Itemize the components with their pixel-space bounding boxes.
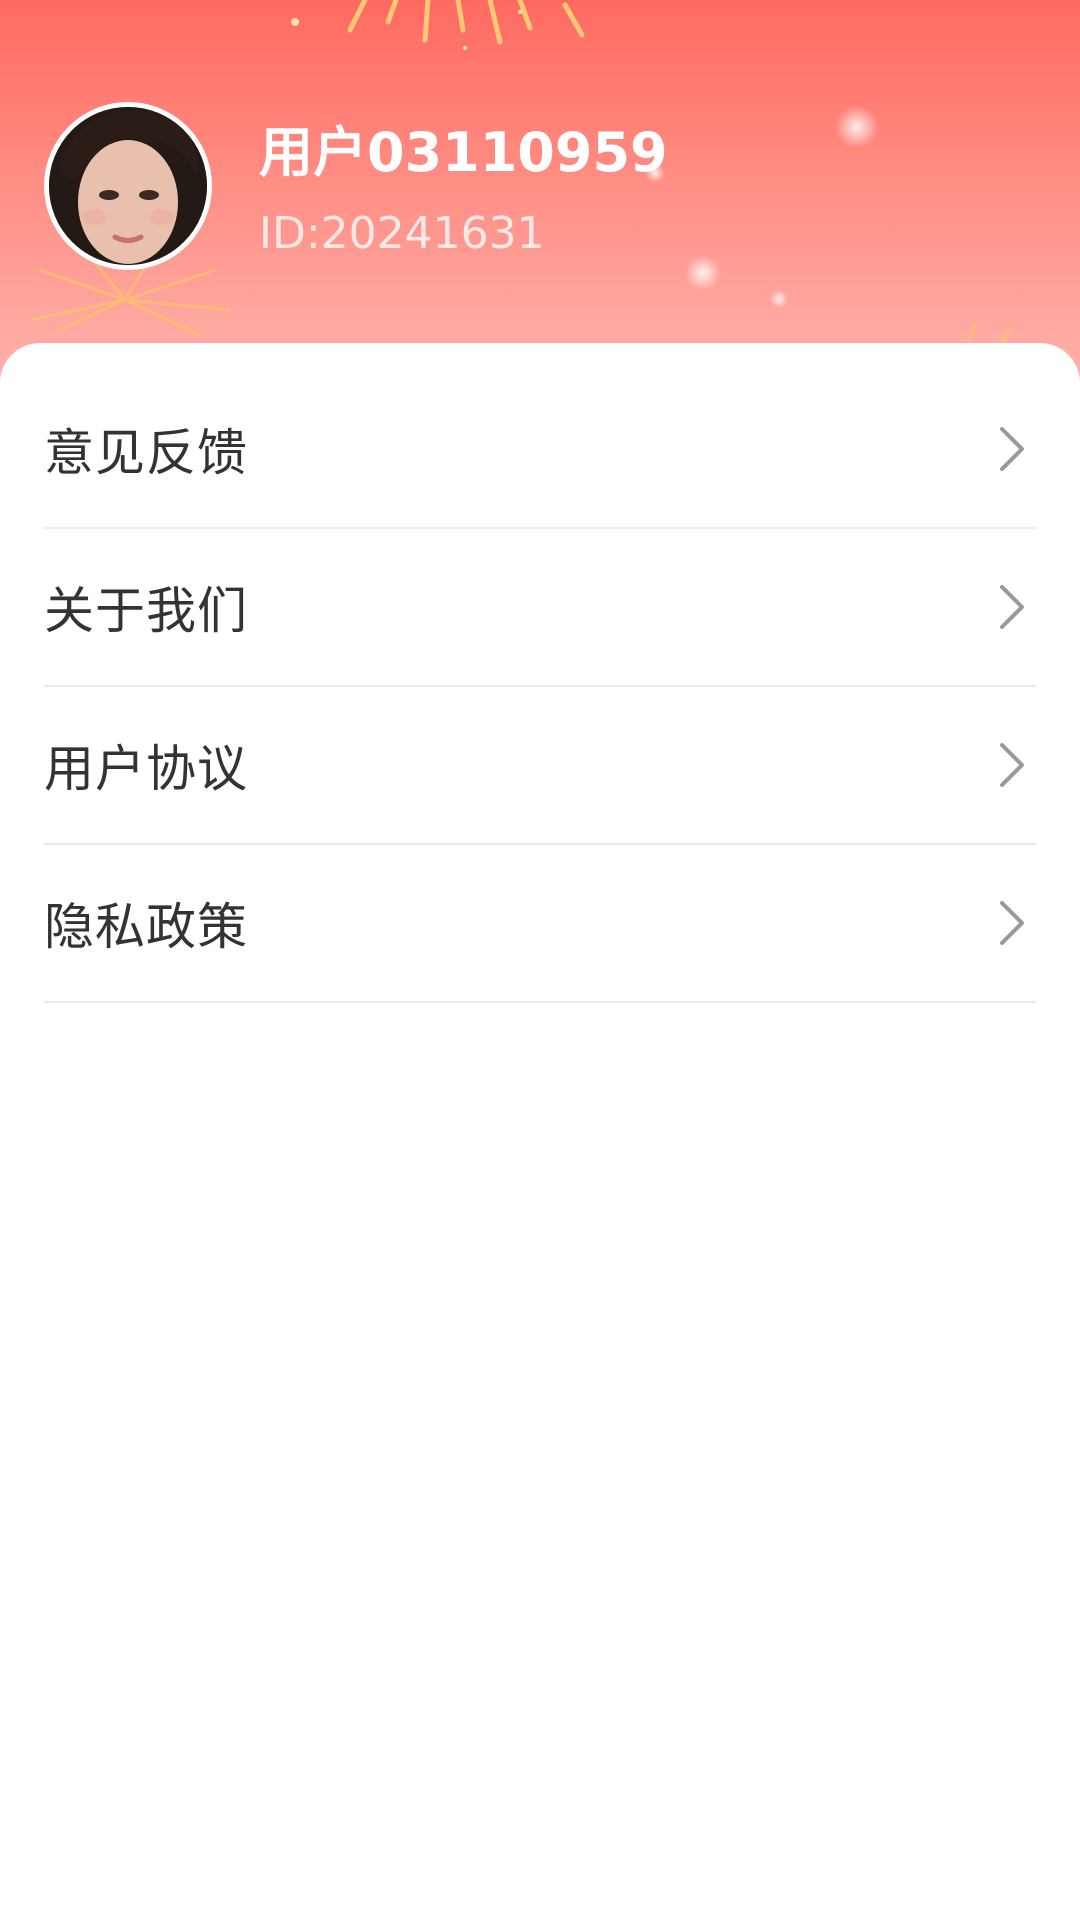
profile-screen: 用户03110959 ID:20241631 意见反馈 关于我们 用户协议 隐私… (0, 0, 1080, 1920)
menu-item-user-agreement[interactable]: 用户协议 (44, 687, 1036, 845)
sparkle-decoration (685, 255, 721, 291)
menu-item-label: 意见反馈 (44, 424, 248, 482)
menu-item-privacy-policy[interactable]: 隐私政策 (44, 845, 1036, 1003)
menu-card: 意见反馈 关于我们 用户协议 隐私政策 (0, 343, 1080, 1920)
chevron-right-icon (1000, 427, 1024, 471)
menu-list: 意见反馈 关于我们 用户协议 隐私政策 (44, 371, 1036, 1003)
menu-item-label: 用户协议 (44, 740, 248, 798)
profile-header: 用户03110959 ID:20241631 (0, 0, 1080, 380)
username: 用户03110959 (259, 121, 668, 184)
sparkle-decoration (770, 290, 788, 308)
avatar-image (49, 107, 207, 265)
avatar[interactable] (44, 102, 212, 270)
menu-item-label: 隐私政策 (44, 898, 248, 956)
chevron-right-icon (1000, 743, 1024, 787)
menu-item-label: 关于我们 (44, 582, 248, 640)
sparkle-decoration (835, 105, 879, 149)
menu-item-about-us[interactable]: 关于我们 (44, 529, 1036, 687)
chevron-right-icon (1000, 901, 1024, 945)
menu-item-feedback[interactable]: 意见反馈 (44, 371, 1036, 529)
user-id: ID:20241631 (259, 208, 545, 259)
chevron-right-icon (1000, 585, 1024, 629)
